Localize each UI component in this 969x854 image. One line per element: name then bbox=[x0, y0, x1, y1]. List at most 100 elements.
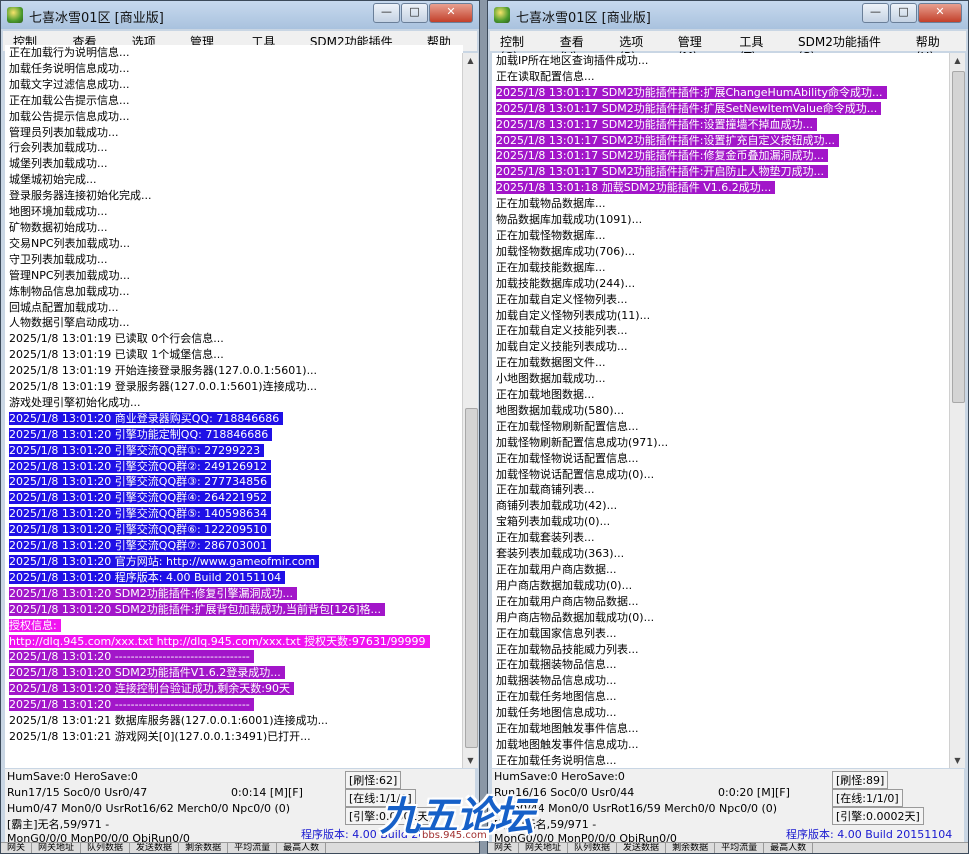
window-title: 七喜冰雪01区 [商业版] bbox=[29, 11, 164, 26]
log-line: 2025/1/8 13:01:20 SDM2功能插件:扩展背包加载成功,当前背包… bbox=[5, 602, 463, 618]
log-line: 宝箱列表加载成功(0)... bbox=[492, 514, 950, 530]
log-line: 加载公告提示信息成功... bbox=[5, 109, 463, 125]
close-button[interactable]: ✕ bbox=[429, 3, 473, 23]
scroll-down-arrow-icon[interactable]: ▼ bbox=[950, 753, 965, 768]
scroll-thumb[interactable] bbox=[952, 71, 965, 403]
log-line-text: 加载技能数据库成功(244)... bbox=[496, 276, 636, 290]
log-line: 地图数据加载成功(580)... bbox=[492, 403, 950, 419]
menu-item-3[interactable]: 管理(M) bbox=[668, 31, 730, 64]
log-line: 商铺列表加载成功(42)... bbox=[492, 498, 950, 514]
log-line: 地图环境加载成功... bbox=[5, 204, 463, 220]
gateway-column-header[interactable]: 网关 bbox=[1, 843, 33, 853]
log-line: 正在加载技能数据库... bbox=[492, 260, 950, 276]
log-line: 管理员列表加载成功... bbox=[5, 125, 463, 141]
log-line-text: http://dlq.945.com/xxx.txt http://dlq.94… bbox=[9, 634, 430, 648]
log-line-text: 授权信息: bbox=[9, 618, 61, 632]
log-line-text: 地图环境加载成功... bbox=[9, 205, 108, 219]
log-line: http://dlq.945.com/xxx.txt http://dlq.94… bbox=[5, 634, 463, 650]
log-scrollbar[interactable]: ▲ ▼ bbox=[462, 53, 478, 768]
gateway-column-header[interactable]: 平均流量 bbox=[715, 843, 765, 853]
log-line: 正在加载怪物刷新配置信息... bbox=[492, 419, 950, 435]
log-line: 正在加载地图数据... bbox=[492, 387, 950, 403]
status-save: HumSave:0 HeroSave:0 bbox=[494, 770, 625, 783]
gateway-column-header[interactable]: 队列数据 bbox=[81, 843, 131, 853]
log-line-text: 矿物数据初始成功... bbox=[9, 220, 108, 234]
maximize-button[interactable]: □ bbox=[401, 3, 428, 23]
log-scrollbar[interactable]: ▲ ▼ bbox=[949, 53, 965, 768]
log-line: 2025/1/8 13:01:20 SDM2功能插件V1.6.2登录成功... bbox=[5, 665, 463, 681]
log-line-text: 城堡列表加载成功... bbox=[9, 157, 108, 171]
log-line: 加载自定义技能列表成功... bbox=[492, 339, 950, 355]
program-version: 程序版本: 4.00 Build 20151104 bbox=[786, 828, 953, 841]
menu-item-6[interactable]: 帮助(H) bbox=[906, 31, 966, 64]
gateway-column-header[interactable]: 队列数据 bbox=[568, 843, 618, 853]
minimize-button[interactable]: — bbox=[373, 3, 400, 23]
gateway-column-header[interactable]: 网关地址 bbox=[519, 843, 569, 853]
log-line-text: 2025/1/8 13:01:19 开始连接登录服务器(127.0.0.1:56… bbox=[9, 364, 318, 378]
log-line-text: 炼制物品信息加载成功... bbox=[9, 284, 130, 298]
log-line-text: 2025/1/8 13:01:21 数据库服务器(127.0.0.1:6001)… bbox=[9, 714, 329, 728]
log-line: 游戏处理引擎初始化成功... bbox=[5, 395, 463, 411]
log-line-text: 行会列表加载成功... bbox=[9, 141, 108, 155]
maximize-button[interactable]: □ bbox=[890, 3, 917, 23]
log-line-text: 正在加载行为说明信息... bbox=[9, 46, 130, 59]
gateway-column-header[interactable]: 发送数据 bbox=[130, 843, 180, 853]
scroll-up-arrow-icon[interactable]: ▲ bbox=[463, 53, 478, 68]
scroll-down-arrow-icon[interactable]: ▼ bbox=[463, 753, 478, 768]
log-line-text: 2025/1/8 13:01:17 SDM2功能插件插件:扩展ChangeHum… bbox=[496, 85, 887, 99]
log-line: 2025/1/8 13:01:17 SDM2功能插件插件:设置撞墙不掉血成功..… bbox=[492, 117, 950, 133]
log-line: 加载自定义怪物列表成功(11)... bbox=[492, 308, 950, 324]
log-line-text: 2025/1/8 13:01:20 引擎交流QQ群①: 27299223 bbox=[9, 443, 265, 457]
log-line-text: 套装列表加载成功(363)... bbox=[496, 547, 625, 561]
title-bar[interactable]: 七喜冰雪01区 [商业版] — □ ✕ bbox=[488, 1, 968, 29]
log-line: 正在加载任务地图信息... bbox=[492, 689, 950, 705]
log-line: 矿物数据初始成功... bbox=[5, 220, 463, 236]
log-line-text: 正在加载商铺列表... bbox=[496, 483, 595, 497]
log-line-text: 2025/1/8 13:01:17 SDM2功能插件插件:扩展SetNewIte… bbox=[496, 101, 882, 115]
log-line-text: 2025/1/8 13:01:20 引擎交流QQ群⑥: 122209510 bbox=[9, 523, 272, 537]
menu-item-4[interactable]: 工具(T) bbox=[729, 31, 788, 64]
log-line-text: 宝箱列表加载成功(0)... bbox=[496, 515, 611, 529]
log-line: 正在加载怪物说话配置信息... bbox=[492, 451, 950, 467]
log-line: 小地图数据加载成功... bbox=[492, 371, 950, 387]
menu-item-0[interactable]: 控制(C) bbox=[490, 31, 550, 64]
log-line: 正在加载物品数据库... bbox=[492, 196, 950, 212]
close-button[interactable]: ✕ bbox=[918, 3, 962, 23]
menu-item-1[interactable]: 查看(V) bbox=[550, 31, 610, 64]
log-line-text: 正在加载套装列表... bbox=[496, 531, 595, 545]
app-icon bbox=[494, 7, 510, 23]
menu-bar: 控制(C)查看(V)选项(P)管理(M)工具(T)SDM2功能插件(S)帮助(H… bbox=[490, 31, 966, 64]
log-line-text: 2025/1/8 13:01:17 SDM2功能插件插件:设置撞墙不掉血成功..… bbox=[496, 117, 817, 131]
server-window-right: 七喜冰雪01区 [商业版] — □ ✕ 控制(C)查看(V)选项(P)管理(M)… bbox=[487, 0, 969, 854]
menu-item-5[interactable]: SDM2功能插件(S) bbox=[788, 31, 906, 64]
status-hum: Hum0/47 Mon0/0 UsrRot16/62 Merch0/0 Npc0… bbox=[7, 802, 291, 815]
gateway-column-header[interactable]: 最高人数 bbox=[277, 843, 327, 853]
log-line: 2025/1/8 13:01:20 ----------------------… bbox=[5, 649, 463, 665]
app-icon bbox=[7, 7, 23, 23]
log-line-text: 2025/1/8 13:01:19 已读取 0个行会信息... bbox=[9, 332, 224, 346]
gateway-column-header[interactable]: 网关地址 bbox=[32, 843, 82, 853]
title-bar[interactable]: 七喜冰雪01区 [商业版] — □ ✕ bbox=[1, 1, 479, 29]
log-line: 正在加载商铺列表... bbox=[492, 482, 950, 498]
log-line: 加载地图触发事件信息成功... bbox=[492, 737, 950, 753]
log-line-text: 加载任务说明信息成功... bbox=[9, 61, 130, 75]
log-line-text: 登录服务器连接初始化完成... bbox=[9, 189, 152, 203]
scroll-thumb[interactable] bbox=[465, 408, 478, 748]
gateway-column-header[interactable]: 剩余数据 bbox=[666, 843, 716, 853]
gateway-column-header[interactable]: 网关 bbox=[488, 843, 520, 853]
log-line: 正在加载公告提示信息... bbox=[5, 93, 463, 109]
log-line: 2025/1/8 13:01:20 ----------------------… bbox=[5, 697, 463, 713]
gateway-table-header: 网关 网关地址 队列数据 发送数据 剩余数据 平均流量 最高人数 bbox=[488, 842, 968, 853]
menu-item-2[interactable]: 选项(P) bbox=[609, 31, 668, 64]
gateway-column-header[interactable]: 剩余数据 bbox=[179, 843, 229, 853]
log-line-text: 2025/1/8 13:01:17 SDM2功能插件插件:开启防止人物垫刀成功.… bbox=[496, 165, 828, 179]
log-line: 授权信息: bbox=[5, 618, 463, 634]
log-line-text: 回城点配置加载成功... bbox=[9, 300, 119, 314]
log-line: 回城点配置加载成功... bbox=[5, 300, 463, 316]
gateway-column-header[interactable]: 最高人数 bbox=[764, 843, 814, 853]
minimize-button[interactable]: — bbox=[862, 3, 889, 23]
log-line-text: 正在加载怪物说话配置信息... bbox=[496, 451, 639, 465]
gateway-column-header[interactable]: 平均流量 bbox=[228, 843, 278, 853]
gateway-column-header[interactable]: 发送数据 bbox=[617, 843, 667, 853]
scroll-up-arrow-icon[interactable]: ▲ bbox=[950, 53, 965, 68]
